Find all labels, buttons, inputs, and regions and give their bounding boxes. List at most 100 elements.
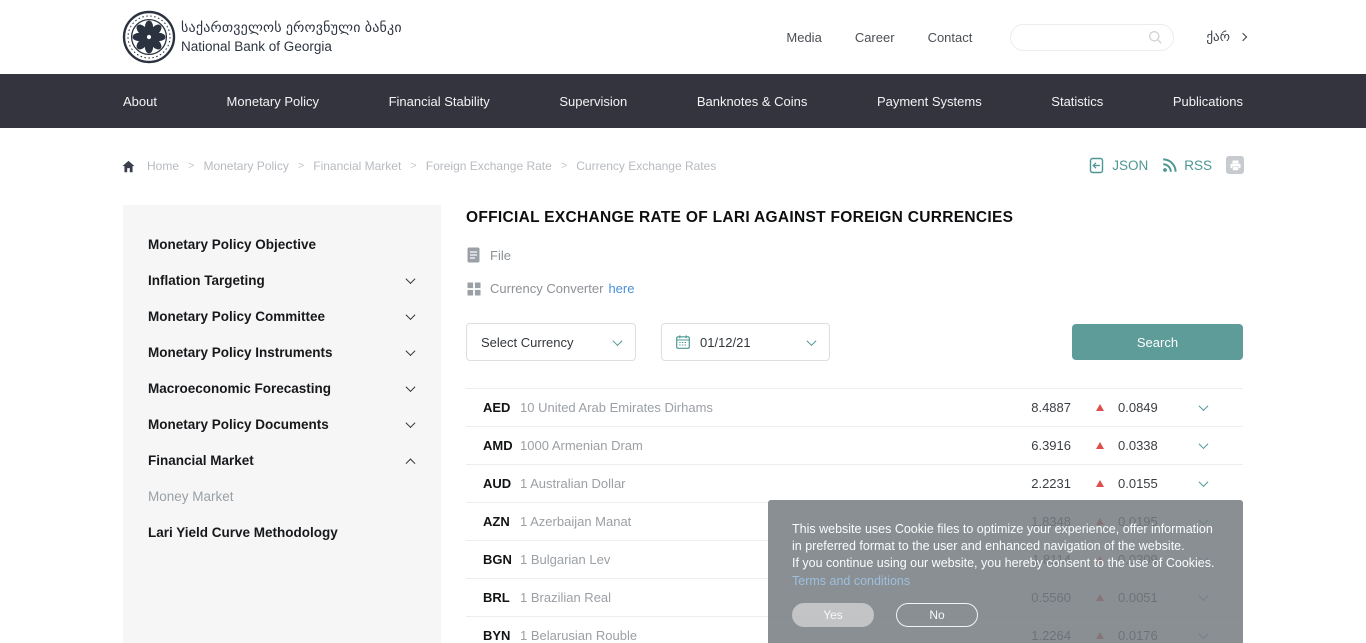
sidebar-item-label: Money Market: [148, 489, 234, 504]
converter-grid-icon: [466, 282, 481, 296]
sidebar-item[interactable]: Monetary Policy Objective: [123, 226, 441, 262]
expand-row-button[interactable]: [1200, 480, 1207, 487]
rate-value: 6.3916: [1001, 438, 1071, 453]
breadcrumb-link[interactable]: Monetary Policy: [203, 159, 288, 173]
json-feed-link[interactable]: JSON: [1089, 157, 1148, 174]
table-row: AED 10 United Arab Emirates Dirhams 8.48…: [466, 389, 1243, 427]
calendar-icon: [676, 335, 690, 349]
up-triangle-icon: [1096, 442, 1104, 449]
sidebar: Monetary Policy Objective Inflation Targ…: [123, 205, 441, 643]
breadcrumb-separator: >: [561, 160, 567, 172]
chevron-icon: [406, 346, 416, 356]
sidebar-item[interactable]: Monetary Policy Instruments: [123, 334, 441, 370]
chevron-right-icon: [1239, 33, 1247, 41]
breadcrumb-link[interactable]: Currency Exchange Rates: [576, 159, 716, 173]
sidebar-item-label: Monetary Policy Documents: [148, 417, 329, 432]
home-icon[interactable]: [122, 160, 135, 173]
org-name-english: National Bank of Georgia: [181, 39, 402, 54]
breadcrumb-list: Home > Monetary Policy > Financial Marke…: [147, 159, 716, 173]
org-name-georgian: საქართველოს ეროვნული ბანკი: [181, 19, 402, 36]
page-title: OFFICIAL EXCHANGE RATE OF LARI AGAINST F…: [466, 209, 1013, 227]
breadcrumb-separator: >: [188, 160, 194, 172]
rss-icon: [1162, 158, 1177, 173]
currency-name: 10 United Arab Emirates Dirhams: [520, 400, 1001, 415]
breadcrumb-link[interactable]: Financial Market: [313, 159, 401, 173]
cookie-no-button[interactable]: No: [896, 603, 978, 627]
breadcrumb-separator: >: [298, 160, 304, 172]
print-button[interactable]: [1226, 156, 1244, 174]
sidebar-item[interactable]: Macroeconomic Forecasting: [123, 370, 441, 406]
breadcrumb-item: Foreign Exchange Rate >: [426, 159, 577, 173]
currency-select[interactable]: Select Currency: [466, 323, 636, 361]
nav-item[interactable]: Monetary Policy: [227, 94, 319, 109]
rate-value: 2.2231: [1001, 476, 1071, 491]
nav-item[interactable]: Financial Stability: [389, 94, 490, 109]
chevron-down-icon: [613, 336, 623, 346]
cookie-text-2: If you continue using our website, you h…: [792, 555, 1219, 572]
up-triangle-icon: [1096, 404, 1104, 411]
sidebar-item[interactable]: Monetary Policy Committee: [123, 298, 441, 334]
header-search-input[interactable]: [1023, 25, 1143, 50]
expand-row-button[interactable]: [1200, 404, 1207, 411]
file-row: File: [466, 247, 511, 263]
currency-code: AZN: [466, 514, 520, 529]
sidebar-item[interactable]: Money Market: [123, 478, 441, 514]
chevron-icon: [406, 458, 416, 468]
breadcrumb-link[interactable]: Foreign Exchange Rate: [426, 159, 552, 173]
language-label: ქარ: [1206, 29, 1230, 45]
sidebar-item-label: Macroeconomic Forecasting: [148, 381, 331, 396]
nav-item[interactable]: Publications: [1173, 94, 1243, 109]
chevron-down-icon: [1199, 477, 1209, 487]
converter-label: Currency Converter: [490, 281, 603, 296]
filter-controls: Select Currency 01/12/21 Search: [466, 323, 1243, 361]
currency-code: BGN: [466, 552, 520, 567]
cookie-banner: This website uses Cookie files to optimi…: [768, 500, 1243, 643]
header-link-media[interactable]: Media: [786, 30, 821, 45]
header-link-contact[interactable]: Contact: [928, 30, 973, 45]
nav-item[interactable]: Statistics: [1051, 94, 1103, 109]
header-search: [1010, 24, 1174, 51]
header-link-career[interactable]: Career: [855, 30, 895, 45]
sidebar-item[interactable]: Monetary Policy Documents: [123, 406, 441, 442]
date-value: 01/12/21: [700, 335, 751, 350]
breadcrumb-separator: >: [410, 160, 416, 172]
search-button[interactable]: Search: [1072, 324, 1243, 360]
terms-and-conditions-link[interactable]: Terms and conditions: [792, 574, 910, 588]
search-icon[interactable]: [1148, 30, 1163, 45]
chevron-icon: [406, 274, 416, 284]
nav-item[interactable]: Payment Systems: [877, 94, 982, 109]
sidebar-item[interactable]: Financial Market: [123, 442, 441, 478]
up-triangle-icon: [1096, 480, 1104, 487]
breadcrumb-item: Financial Market >: [313, 159, 425, 173]
expand-row-button[interactable]: [1200, 442, 1207, 449]
currency-select-value: Select Currency: [481, 335, 573, 350]
rss-feed-link[interactable]: RSS: [1162, 158, 1212, 173]
sidebar-item-label: Monetary Policy Committee: [148, 309, 325, 324]
date-picker[interactable]: 01/12/21: [661, 323, 830, 361]
language-selector[interactable]: ქარ: [1206, 29, 1246, 45]
org-names: საქართველოს ეროვნული ბანკი National Bank…: [181, 19, 402, 54]
sidebar-item[interactable]: Lari Yield Curve Methodology: [123, 514, 441, 550]
currency-code: AMD: [466, 438, 520, 453]
nav-item[interactable]: About: [123, 94, 157, 109]
currency-code: BRL: [466, 590, 520, 605]
json-feed-label: JSON: [1112, 158, 1148, 173]
converter-here-link[interactable]: here: [608, 281, 634, 296]
sidebar-item-label: Lari Yield Curve Methodology: [148, 525, 338, 540]
main-nav-list: About Monetary Policy Financial Stabilit…: [123, 74, 1243, 128]
nav-item[interactable]: Banknotes & Coins: [697, 94, 808, 109]
cookie-yes-button[interactable]: Yes: [792, 603, 874, 627]
sidebar-item-label: Inflation Targeting: [148, 273, 265, 288]
chevron-icon: [406, 310, 416, 320]
table-row: AMD 1000 Armenian Dram 6.3916 0.0338: [466, 427, 1243, 465]
breadcrumb-item: Monetary Policy >: [203, 159, 313, 173]
sidebar-item[interactable]: Inflation Targeting: [123, 262, 441, 298]
sidebar-item-label: Monetary Policy Instruments: [148, 345, 333, 360]
feed-links: JSON RSS: [1075, 156, 1244, 174]
file-link[interactable]: File: [490, 248, 511, 263]
chevron-down-icon: [1199, 401, 1209, 411]
nav-item[interactable]: Supervision: [559, 94, 627, 109]
breadcrumb-link[interactable]: Home: [147, 159, 179, 173]
sidebar-item-label: Financial Market: [148, 453, 254, 468]
cookie-buttons: Yes No: [792, 603, 1219, 627]
